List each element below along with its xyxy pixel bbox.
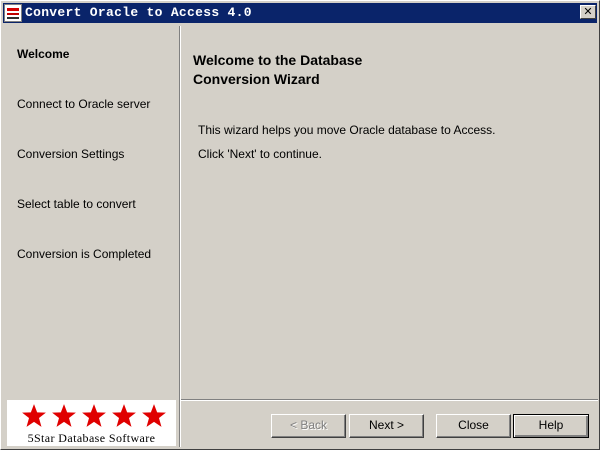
help-button[interactable]: Help — [513, 414, 589, 438]
step-completed: Conversion is Completed — [17, 247, 152, 261]
back-button[interactable]: < Back — [271, 414, 346, 438]
star-icon — [142, 404, 166, 427]
step-welcome: Welcome — [17, 47, 70, 61]
sidebar-divider-highlight — [180, 26, 181, 447]
wizard-steps-sidebar: Welcome Connect to Oracle server Convers… — [3, 26, 179, 399]
intro-text: This wizard helps you move Oracle databa… — [198, 123, 496, 137]
star-icon — [22, 404, 46, 427]
instruction-text: Click 'Next' to continue. — [198, 147, 322, 161]
button-bar-divider-highlight — [181, 400, 598, 401]
company-logo: 5Star Database Software — [7, 400, 176, 446]
page-title-line1: Welcome to the Database — [193, 52, 363, 68]
star-icon — [52, 404, 76, 427]
title-bar[interactable]: Convert Oracle to Access 4.0 ✕ — [3, 3, 597, 23]
step-connect-oracle: Connect to Oracle server — [17, 97, 151, 111]
close-icon: ✕ — [583, 5, 593, 18]
next-button[interactable]: Next > — [349, 414, 424, 438]
page-title: Welcome to the Database Conversion Wizar… — [193, 51, 493, 89]
step-conversion-settings: Conversion Settings — [17, 147, 125, 161]
wizard-window: Convert Oracle to Access 4.0 ✕ Welcome C… — [0, 0, 600, 450]
close-button[interactable]: Close — [436, 414, 511, 438]
rating-stars — [21, 403, 167, 429]
app-icon[interactable] — [4, 4, 22, 22]
step-select-table: Select table to convert — [17, 197, 136, 211]
star-icon — [82, 404, 106, 427]
star-icon — [112, 404, 136, 427]
page-title-line2: Conversion Wizard — [193, 71, 320, 87]
logo-text: 5Star Database Software — [27, 431, 156, 445]
window-title: Convert Oracle to Access 4.0 — [25, 5, 252, 20]
close-window-button[interactable]: ✕ — [580, 5, 596, 19]
